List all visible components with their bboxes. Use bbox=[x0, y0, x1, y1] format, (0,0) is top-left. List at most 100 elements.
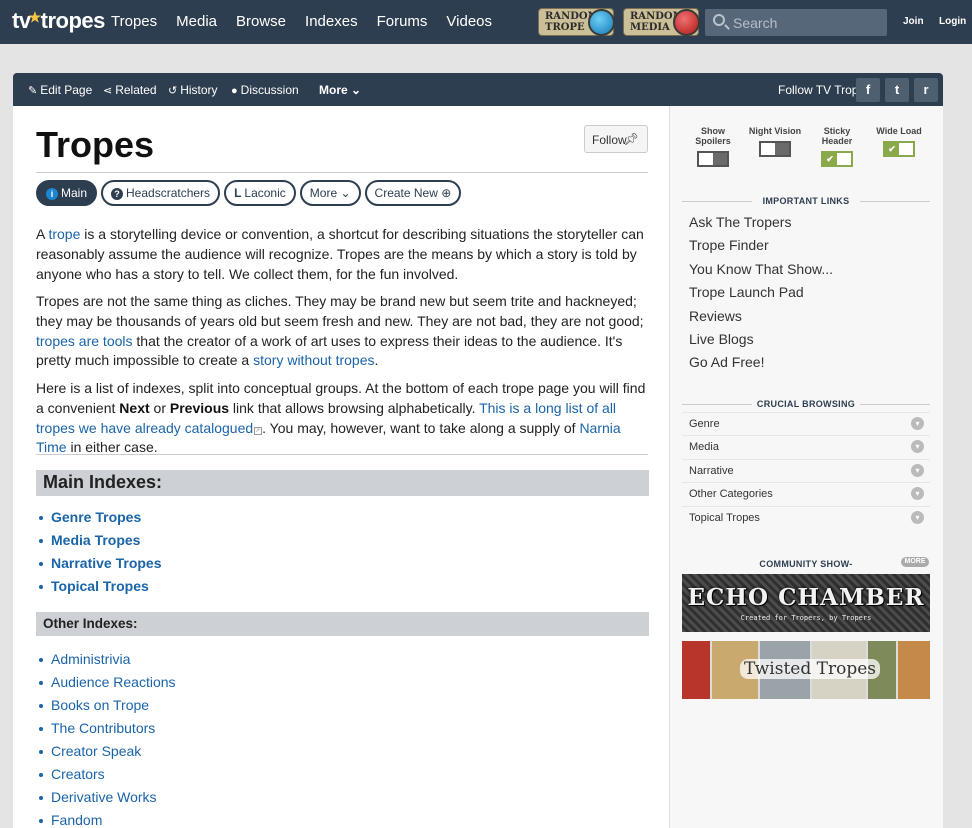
edit-page-button[interactable]: ✎ Edit Page bbox=[28, 83, 92, 97]
tropes-are-tools-link[interactable]: tropes are tools bbox=[36, 333, 133, 349]
main-indexes-list: Genre Tropes Media Tropes Narrative Trop… bbox=[39, 509, 162, 601]
browse-item-narrative[interactable]: Narrative ▾ bbox=[682, 458, 930, 482]
tab-main-label: Main bbox=[61, 186, 88, 200]
toggle-night-vision[interactable]: Night Vision bbox=[747, 126, 803, 157]
pin-icon: 📌︎ bbox=[623, 132, 639, 146]
toggle-switch[interactable]: ✔ bbox=[821, 151, 853, 167]
tab-headscratchers-label: Headscratchers bbox=[126, 186, 211, 200]
story-without-tropes-link[interactable]: story without tropes bbox=[253, 352, 374, 368]
sidebar-link[interactable]: Trope Launch Pad bbox=[689, 284, 833, 307]
blue-orb-icon bbox=[588, 9, 615, 36]
list-item[interactable]: Audience Reactions bbox=[39, 674, 176, 697]
tab-main[interactable]: i Main bbox=[36, 180, 98, 206]
divider bbox=[36, 454, 648, 455]
check-icon: ✔ bbox=[885, 143, 899, 155]
red-orb-icon bbox=[673, 9, 700, 36]
tab-more[interactable]: More ⌄ bbox=[299, 180, 361, 206]
toggle-wide-load[interactable]: Wide Load ✔ bbox=[871, 126, 927, 157]
sidebar: Show Spoilers Night Vision Sticky Header… bbox=[669, 106, 943, 828]
facebook-icon[interactable]: f bbox=[856, 78, 880, 102]
browse-item-genre[interactable]: Genre ▾ bbox=[682, 412, 930, 435]
twisted-tropes-banner[interactable]: Twisted Tropes bbox=[682, 641, 930, 699]
browse-item-other-categories[interactable]: Other Categories ▾ bbox=[682, 482, 930, 505]
browse-item-topical-tropes[interactable]: Topical Tropes ▾ bbox=[682, 505, 930, 529]
history-button[interactable]: ↺ History bbox=[168, 83, 218, 97]
comic-panel-image bbox=[682, 641, 710, 699]
toggle-show-spoilers[interactable]: Show Spoilers bbox=[685, 126, 741, 167]
share-icon: ⋖ bbox=[103, 85, 113, 97]
question-icon: ? bbox=[111, 188, 124, 200]
site-logo[interactable]: tv★tropes bbox=[12, 8, 105, 34]
edit-page-label: Edit Page bbox=[40, 83, 93, 97]
twitter-icon[interactable]: t bbox=[885, 78, 909, 102]
list-item[interactable]: Topical Tropes bbox=[39, 578, 162, 601]
toggle-sticky-header[interactable]: Sticky Header ✔ bbox=[809, 126, 865, 167]
echo-chamber-title: ECHO CHAMBER bbox=[687, 584, 925, 611]
echo-chamber-banner[interactable]: ECHO CHAMBER Created for Tropers, by Tro… bbox=[682, 574, 930, 632]
chevron-down-icon: ▾ bbox=[911, 440, 924, 454]
tab-laconic[interactable]: L Laconic bbox=[224, 180, 296, 206]
browse-label: Genre bbox=[689, 418, 720, 430]
browse-item-media[interactable]: Media ▾ bbox=[682, 435, 930, 458]
p2-text-c: . bbox=[374, 352, 379, 369]
browse-label: Narrative bbox=[689, 464, 734, 477]
tab-headscratchers[interactable]: ? Headscratchers bbox=[101, 180, 221, 206]
list-item[interactable]: The Contributors bbox=[39, 720, 176, 743]
sidebar-link[interactable]: Go Ad Free! bbox=[689, 354, 833, 377]
toggle-label: Night Vision bbox=[748, 126, 802, 136]
tab-create-new[interactable]: Create New ⊕ bbox=[364, 180, 462, 206]
trope-link[interactable]: trope bbox=[48, 226, 80, 242]
tab-laconic-label: Laconic bbox=[244, 186, 286, 200]
list-item[interactable]: Creators bbox=[39, 766, 176, 789]
nav-tropes[interactable]: Tropes bbox=[111, 13, 157, 30]
search-box bbox=[705, 9, 887, 36]
speech-bubble-icon: ● bbox=[231, 85, 238, 97]
tab-more-label: More bbox=[309, 186, 338, 200]
history-icon: ↺ bbox=[168, 85, 178, 97]
more-badge[interactable]: MORE bbox=[901, 557, 929, 567]
browse-label: Media bbox=[689, 441, 719, 454]
list-item[interactable]: Books on Trope bbox=[39, 697, 176, 720]
browse-label: Topical Tropes bbox=[689, 511, 760, 524]
list-item[interactable]: Creator Speak bbox=[39, 743, 176, 766]
sidebar-link[interactable]: Live Blogs bbox=[689, 331, 833, 354]
login-link[interactable]: Login bbox=[939, 16, 966, 27]
toggle-switch[interactable]: ✔ bbox=[883, 141, 915, 157]
more-actions-button[interactable]: More ⌄ bbox=[319, 83, 361, 97]
search-icon bbox=[713, 14, 725, 26]
sidebar-link[interactable]: Trope Finder bbox=[689, 237, 833, 260]
sidebar-link[interactable]: You Know That Show... bbox=[689, 261, 833, 284]
intro-paragraph-2: Tropes are not the same thing as cliches… bbox=[36, 292, 650, 371]
sidebar-link[interactable]: Ask The Tropers bbox=[689, 214, 833, 237]
toggle-switch[interactable] bbox=[697, 151, 729, 167]
follow-button[interactable]: Follow 📌︎ bbox=[584, 125, 648, 153]
list-item[interactable]: Genre Tropes bbox=[39, 509, 162, 532]
list-item[interactable]: Fandom bbox=[39, 812, 176, 828]
intro-paragraph-3: Here is a list of indexes, split into co… bbox=[36, 379, 650, 458]
important-links-heading: IMPORTANT LINKS bbox=[682, 196, 930, 206]
list-item[interactable]: Administrivia bbox=[39, 651, 176, 674]
list-item[interactable]: Media Tropes bbox=[39, 532, 162, 555]
nav-indexes[interactable]: Indexes bbox=[305, 13, 358, 30]
more-label: More bbox=[319, 83, 348, 97]
join-link[interactable]: Join bbox=[903, 16, 924, 27]
important-links-list: Ask The Tropers Trope Finder You Know Th… bbox=[689, 214, 833, 378]
nav-videos[interactable]: Videos bbox=[446, 13, 492, 30]
nav-media[interactable]: Media bbox=[176, 13, 217, 30]
nav-browse[interactable]: Browse bbox=[236, 13, 286, 30]
list-item[interactable]: Derivative Works bbox=[39, 789, 176, 812]
chevron-down-icon: ▾ bbox=[911, 417, 924, 430]
related-button[interactable]: ⋖ Related bbox=[103, 83, 157, 97]
sidebar-link[interactable]: Reviews bbox=[689, 308, 833, 331]
discussion-button[interactable]: ● Discussion bbox=[231, 83, 299, 97]
random-media-button[interactable]: RANDOM MEDIA bbox=[623, 8, 700, 36]
toggle-switch[interactable] bbox=[759, 141, 791, 157]
reddit-icon[interactable]: r bbox=[914, 78, 938, 102]
nav-forums[interactable]: Forums bbox=[377, 13, 428, 30]
chevron-down-icon: ▾ bbox=[911, 487, 924, 501]
main-nav: Tropes Media Browse Indexes Forums Video… bbox=[111, 13, 511, 30]
list-item[interactable]: Narrative Tropes bbox=[39, 555, 162, 578]
search-input[interactable] bbox=[733, 13, 881, 32]
next-label: Next bbox=[119, 399, 150, 416]
random-trope-button[interactable]: RANDOM TROPE bbox=[538, 8, 615, 36]
